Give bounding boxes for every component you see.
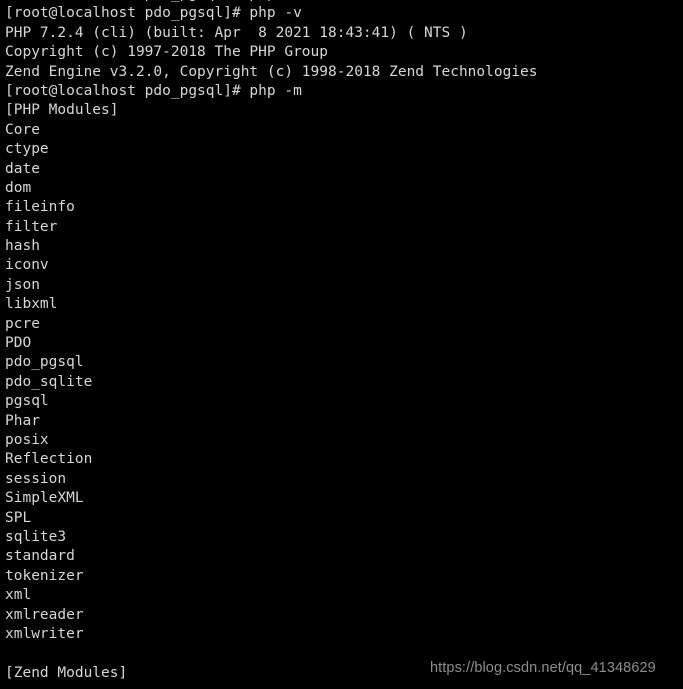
module-list-item: standard <box>5 548 75 565</box>
terminal-line-php-copyright: Copyright (c) 1997-2018 The PHP Group <box>5 44 329 61</box>
module-list-item: libxml <box>5 296 58 313</box>
terminal-line-php-version: PHP 7.2.4 (cli) (built: Apr 8 2021 18:43… <box>5 24 468 41</box>
module-list-item: SimpleXML <box>5 490 84 507</box>
terminal-window[interactable]: [root@localhost pdo_pgsql]# php -v [root… <box>0 0 683 689</box>
module-list-item: pcre <box>5 315 40 332</box>
module-list-item: dom <box>5 179 32 196</box>
terminal-line-php-modules-header: [PHP Modules] <box>5 102 119 119</box>
module-list-item: posix <box>5 431 49 448</box>
module-list-item: pdo_sqlite <box>5 373 93 390</box>
module-list-item: xmlreader <box>5 606 84 623</box>
module-list-item: date <box>5 160 40 177</box>
module-list-item: tokenizer <box>5 567 84 584</box>
module-list-item: pgsql <box>5 393 49 410</box>
module-list-item: ctype <box>5 141 49 158</box>
module-list-item: json <box>5 276 40 293</box>
csdn-watermark: https://blog.csdn.net/qq_41348629 <box>430 660 656 676</box>
terminal-line-prompt-phpm: [root@localhost pdo_pgsql]# php -m <box>5 82 302 99</box>
module-list-item: hash <box>5 238 40 255</box>
module-list-item: PDO <box>5 335 32 352</box>
module-list-item: session <box>5 470 67 487</box>
module-list-item: iconv <box>5 257 49 274</box>
module-list-item: Reflection <box>5 451 93 468</box>
module-list-item: filter <box>5 218 58 235</box>
module-list-item: fileinfo <box>5 199 75 216</box>
module-list-item: pdo_pgsql <box>5 354 84 371</box>
module-list-item: sqlite3 <box>5 528 67 545</box>
terminal-line-zend-engine: Zend Engine v3.2.0, Copyright (c) 1998-2… <box>5 63 538 80</box>
module-list-item: Core <box>5 121 40 138</box>
module-list-item: xmlwriter <box>5 625 84 642</box>
terminal-line-prompt-phpv: [root@localhost pdo_pgsql]# php -v <box>5 5 302 22</box>
module-list-item: Phar <box>5 412 40 429</box>
module-list-item: SPL <box>5 509 32 526</box>
terminal-output: [root@localhost pdo_pgsql]# php -v [root… <box>0 0 683 683</box>
module-list-item: xml <box>5 587 32 604</box>
